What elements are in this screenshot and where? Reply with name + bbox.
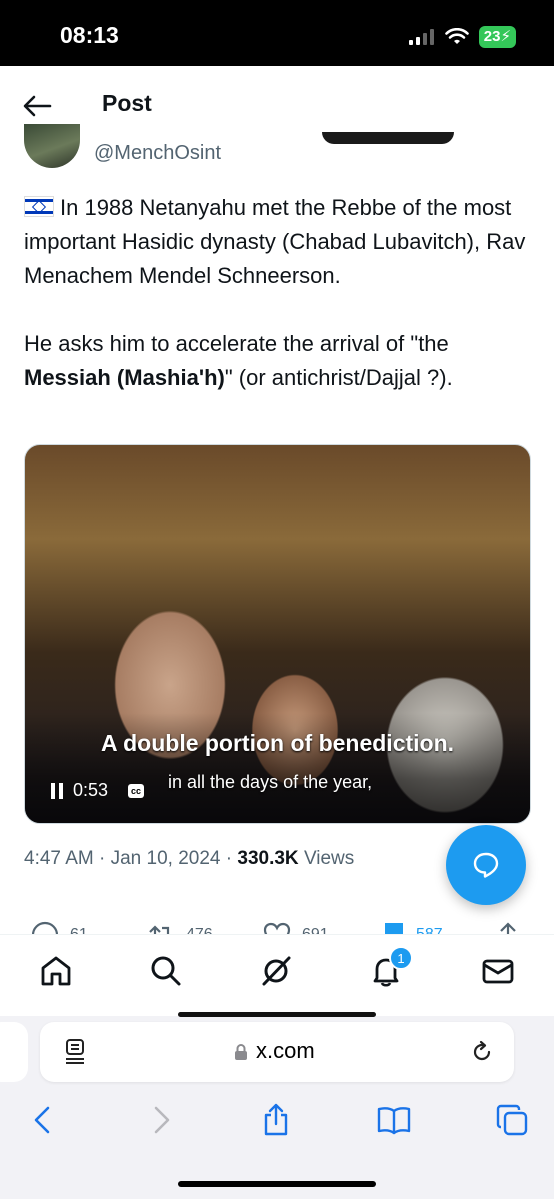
video-time: 0:53 [73, 780, 109, 800]
lock-icon [235, 1044, 247, 1060]
captions-icon[interactable]: cc [128, 783, 145, 798]
video-controls: 0:53 cc [51, 780, 145, 801]
author-handle[interactable]: @MenchOsint [94, 142, 221, 165]
nav-bar: Post [0, 66, 554, 144]
tweet-time: 4:47 AM [24, 848, 94, 869]
tweet-paragraph-2-prefix: He asks him to accelerate the arrival of… [24, 331, 449, 356]
tabs-icon [496, 1104, 528, 1136]
meta-separator: · [225, 848, 233, 869]
browser-bookmarks-button[interactable] [376, 1104, 412, 1136]
signal-icon [408, 29, 434, 45]
views-count: 330.3K [237, 848, 299, 869]
tab-search[interactable] [148, 953, 184, 989]
tweet-text: In 1988 Netanyahu met the Rebbe of the m… [24, 191, 534, 395]
notification-badge: 1 [389, 946, 413, 970]
browser-forward-button[interactable] [144, 1104, 180, 1136]
app-divider [178, 1012, 376, 1017]
status-bar: 08:13 23⚡ [0, 0, 554, 66]
page-settings-icon[interactable] [64, 1038, 86, 1064]
wifi-icon [444, 28, 469, 44]
bottom-tab-bar [0, 934, 554, 1009]
battery-indicator: 23⚡ [478, 26, 516, 48]
tweet-date: Jan 10, 2024 [110, 848, 221, 869]
reload-icon[interactable] [470, 1040, 494, 1064]
share-icon [264, 1103, 288, 1136]
previous-tab-preview[interactable] [0, 1022, 28, 1082]
pause-icon[interactable] [51, 782, 63, 799]
browser-share-button[interactable] [258, 1103, 294, 1136]
chevron-left-icon [34, 1106, 50, 1134]
url-text[interactable]: x.com [256, 1038, 315, 1064]
chat-bubble-icon [473, 852, 499, 878]
tweet-paragraph-2: He asks him to accelerate the arrival of… [24, 327, 534, 395]
video-player[interactable]: A double portion of benediction. in all … [24, 444, 531, 824]
israel-flag-icon [24, 196, 54, 217]
book-icon [377, 1107, 411, 1135]
grok-icon [262, 956, 291, 986]
meta-separator: · [99, 848, 106, 869]
views-label: Views [303, 848, 355, 869]
status-icons: 23⚡ [408, 26, 516, 48]
battery-level: 23 [483, 28, 501, 45]
follow-button-partial[interactable] [322, 132, 454, 144]
status-time: 08:13 [60, 22, 119, 48]
tab-messages[interactable] [480, 953, 516, 989]
video-subtitle: A double portion of benediction. [100, 730, 455, 756]
home-icon [41, 956, 71, 986]
tweet-paragraph-2-suffix: " (or antichrist/Dajjal ?). [224, 365, 453, 390]
tab-grok[interactable] [258, 953, 294, 989]
charging-icon: ⚡ [500, 28, 511, 45]
avatar[interactable] [24, 124, 80, 168]
video-subtitle-next: in all the days of the year, [168, 772, 373, 792]
mail-icon [482, 959, 514, 984]
search-icon [151, 956, 181, 986]
page-title: Post [102, 90, 152, 116]
browser-back-button[interactable] [24, 1104, 60, 1136]
back-arrow-icon[interactable] [22, 94, 52, 118]
chevron-right-icon [154, 1106, 170, 1134]
home-indicator[interactable] [178, 1181, 376, 1187]
tweet-paragraph-1-text: In 1988 Netanyahu met the Rebbe of the m… [24, 195, 526, 288]
compose-reply-button[interactable] [446, 825, 526, 905]
tweet-bold-text: Messiah (Mashia'h) [24, 365, 225, 390]
tab-home[interactable] [38, 953, 74, 989]
tweet-meta: 4:47 AM · Jan 10, 2024 · 330.3K Views [24, 848, 354, 870]
tweet-actions: 61 476 691 587 [0, 914, 554, 936]
tweet-paragraph-1: In 1988 Netanyahu met the Rebbe of the m… [24, 191, 534, 293]
browser-tabs-button[interactable] [494, 1104, 530, 1136]
